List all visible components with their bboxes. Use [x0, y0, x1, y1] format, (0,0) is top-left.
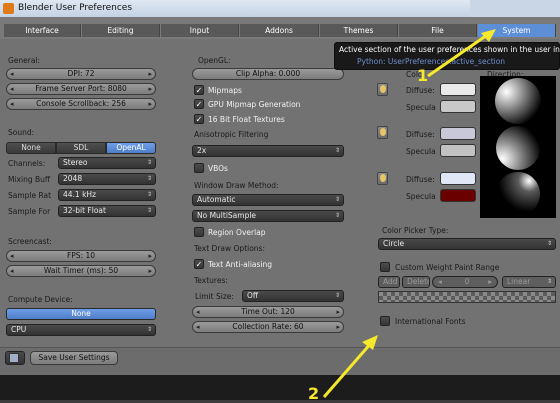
callout-arrow-1 [427, 31, 491, 78]
callout-arrow-2 [322, 341, 374, 398]
annotation-arrows [322, 29, 496, 398]
callout-arrowhead-1 [481, 29, 496, 42]
callout-number-1: 1 [417, 66, 429, 85]
callout-arrowhead-2 [362, 335, 378, 350]
